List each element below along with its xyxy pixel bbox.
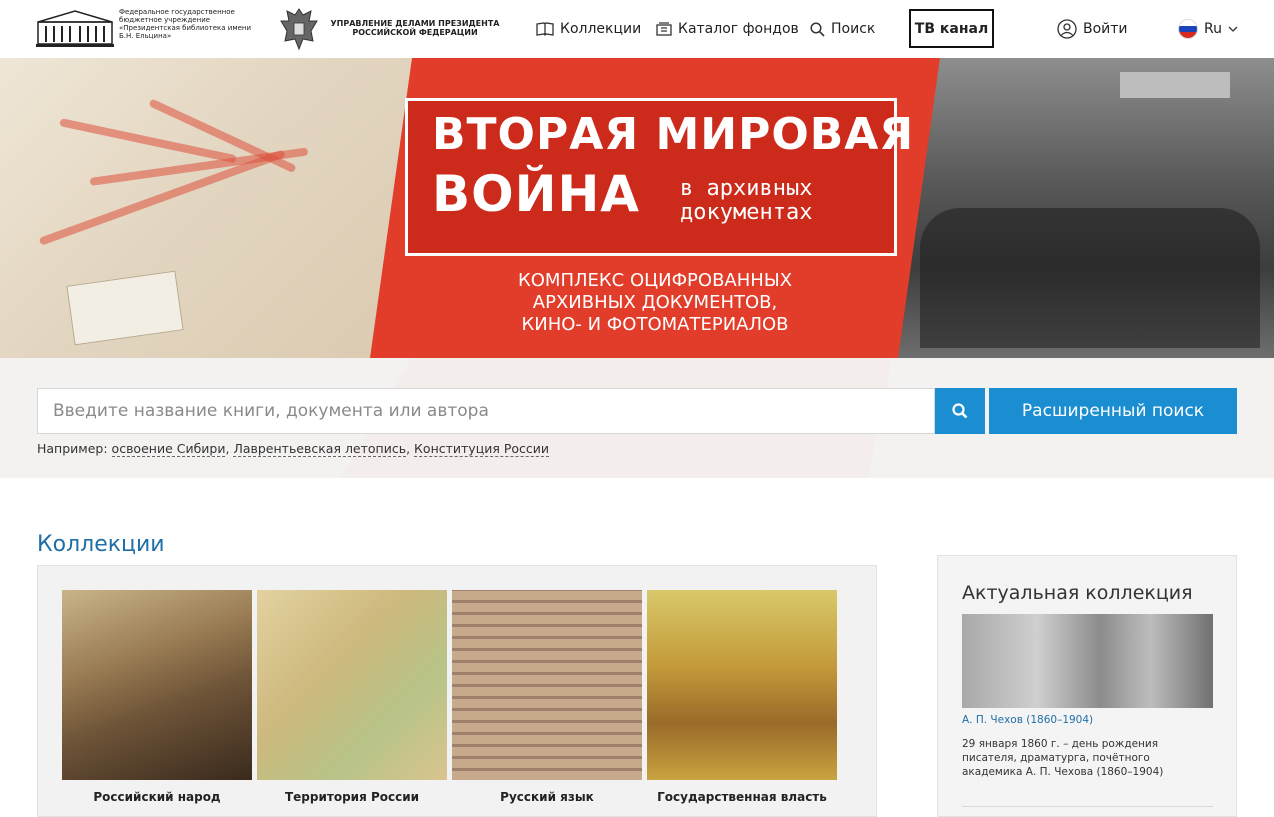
chevron-down-icon: [1228, 26, 1238, 32]
collections-title[interactable]: Коллекции: [37, 532, 165, 557]
collection-label: Российский народ: [93, 790, 221, 804]
nav-search[interactable]: Поиск: [810, 19, 875, 39]
nav-search-label: Поиск: [831, 21, 876, 37]
example-link[interactable]: освоение Сибири: [111, 441, 226, 457]
nav-catalog-label: Каталог фондов: [678, 21, 799, 37]
language-label: Ru: [1204, 21, 1222, 37]
collection-image: [257, 590, 447, 780]
search-icon: [810, 21, 825, 37]
tv-channel-button[interactable]: ТВ канал: [909, 9, 994, 48]
search-button[interactable]: [935, 388, 985, 434]
collections-panel: Российский народ Территория России Русск…: [37, 565, 877, 817]
site-header: Федеральное государственное бюджетное уч…: [0, 0, 1274, 58]
actual-collection-image[interactable]: [962, 614, 1213, 708]
collection-label: Русский язык: [500, 790, 594, 804]
nav-collections[interactable]: Коллекции: [536, 19, 641, 39]
collection-label: Территория России: [284, 790, 420, 804]
library-logo[interactable]: [36, 8, 114, 48]
actual-collection-link[interactable]: А. П. Чехов (1860–1904): [962, 714, 1093, 726]
example-link[interactable]: Лаврентьевская летопись: [233, 441, 407, 457]
collection-image: [452, 590, 642, 780]
collection-card[interactable]: Русский язык: [452, 590, 642, 804]
collection-card[interactable]: Территория России: [257, 590, 447, 804]
upr-name: УПРАВЛЕНИЕ ДЕЛАМИ ПРЕЗИДЕНТА РОССИЙСКОЙ …: [330, 19, 500, 37]
collection-image: [62, 590, 252, 780]
hero-title-box[interactable]: ВТОРАЯ МИРОВАЯ ВОЙНА в архивных документ…: [405, 98, 913, 256]
example-link[interactable]: Конституция России: [414, 441, 550, 457]
nav-catalog[interactable]: Каталог фондов: [656, 19, 799, 39]
russia-flag-icon: [1178, 19, 1198, 39]
hero-soldiers-photo: [880, 58, 1274, 358]
login-link[interactable]: Войти: [1057, 19, 1128, 39]
search-examples: Например: освоение Сибири, Лаврентьевска…: [37, 441, 550, 457]
hero-title-line1: ВТОРАЯ МИРОВАЯ: [432, 109, 915, 160]
actual-collection-panel: Актуальная коллекция А. П. Чехов (1860–1…: [937, 555, 1237, 817]
search-input[interactable]: [37, 388, 935, 434]
actual-collection-description: 29 января 1860 г. – день рождения писате…: [962, 738, 1164, 778]
hero-title-small: в архивных документах: [680, 176, 813, 225]
collection-card[interactable]: Государственная власть: [647, 590, 837, 804]
actual-collection-title: Актуальная коллекция: [962, 582, 1193, 604]
library-name: Федеральное государственное бюджетное уч…: [119, 8, 252, 40]
divider: [962, 806, 1213, 807]
language-selector[interactable]: Ru: [1178, 19, 1238, 39]
hero-title-line2: ВОЙНА: [432, 165, 641, 223]
login-label: Войти: [1083, 21, 1128, 37]
search-icon: [952, 403, 968, 419]
coat-of-arms-icon[interactable]: [279, 5, 319, 51]
collection-card[interactable]: Российский народ: [62, 590, 252, 804]
search-bar: Расширенный поиск: [37, 388, 1237, 434]
collection-label: Государственная власть: [657, 790, 827, 804]
catalog-icon: [656, 22, 672, 36]
book-icon: [536, 22, 554, 36]
user-icon: [1057, 19, 1077, 39]
advanced-search-button[interactable]: Расширенный поиск: [989, 388, 1237, 434]
collection-image: [647, 590, 837, 780]
nav-collections-label: Коллекции: [560, 21, 642, 37]
hero-subtitle: КОМПЛЕКС ОЦИФРОВАННЫХ АРХИВНЫХ ДОКУМЕНТО…: [517, 270, 793, 335]
